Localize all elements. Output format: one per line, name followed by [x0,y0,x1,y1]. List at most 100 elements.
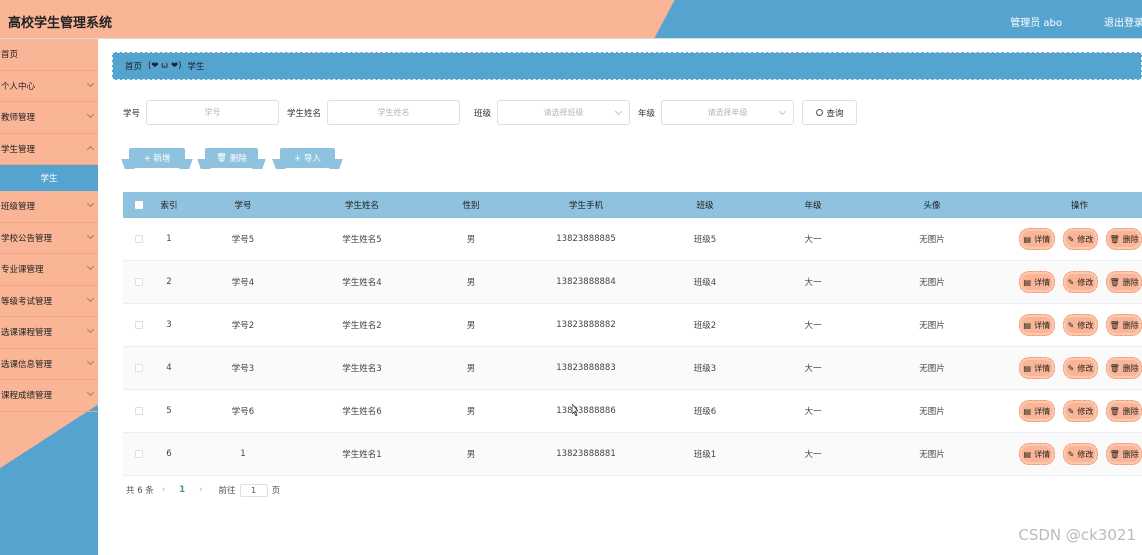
page-number[interactable]: 1 [179,485,185,495]
cell-no: 学号6 [231,407,255,417]
cell-grade: 大一 [804,364,822,374]
detail-icon: ▤ [1023,234,1032,244]
cell-index: 1 [166,234,172,244]
sidebar-item-label: 个人中心 [1,81,36,92]
detail-button-label: 详情 [1034,320,1051,330]
edit-button[interactable]: ✎ 修改 [1062,357,1099,379]
cell-phone: 13823888884 [556,277,616,287]
cell-avatar: 无图片 [919,278,945,288]
header-student-name: 学生姓名 [344,201,379,211]
cell-class: 班级4 [693,278,717,288]
goto-page-input[interactable]: 1 [239,483,268,497]
row-checkbox[interactable] [123,321,155,329]
logout-link[interactable]: 退出登录 [1104,14,1142,29]
detail-button[interactable]: ▤ 详情 [1019,314,1055,336]
edit-button-label: 修改 [1077,406,1094,416]
cell-grade: 大一 [804,407,822,417]
row-operations: ▤ 详情 ✎ 修改 🗑 删除 [997,357,1142,379]
detail-button[interactable]: ▤ 详情 [1019,443,1055,465]
add-button[interactable]: + 新增 [129,148,185,168]
row-checkbox[interactable] [123,407,155,415]
header-phone: 学生手机 [568,201,603,211]
student-name-input[interactable]: 学生姓名 [327,100,461,125]
row-checkbox[interactable] [123,278,155,286]
detail-icon: ▤ [1023,277,1032,287]
cell-grade: 大一 [804,235,822,245]
search-bar: 学号 学号 学生姓名 学生姓名 班级 请选择班级 年级 请选择年级 查询 [123,100,858,125]
edit-button-label: 修改 [1077,363,1094,373]
edit-button[interactable]: ✎ 修改 [1062,443,1099,465]
cell-sex: 男 [466,450,476,460]
sidebar-item-home[interactable]: 首页 [0,39,98,71]
row-checkbox[interactable] [123,364,155,372]
row-checkbox[interactable] [123,450,155,458]
detail-button[interactable]: ▤ 详情 [1019,400,1055,422]
sidebar-item-label: 学校公告管理 [1,233,53,244]
chevron-down-icon [615,107,623,116]
detail-button[interactable]: ▤ 详情 [1019,271,1055,293]
sidebar-item-personal-center[interactable]: 个人中心 [0,71,98,102]
detail-button[interactable]: ▤ 详情 [1019,228,1055,250]
edit-icon: ✎ [1067,320,1075,330]
detail-button-label: 详情 [1034,406,1051,416]
delete-button[interactable]: 🗑 删除 [1106,400,1142,422]
cell-index: 5 [166,406,172,416]
query-button[interactable]: 查询 [802,100,858,125]
cell-class: 班级3 [693,364,717,374]
student-no-input[interactable]: 学号 [146,100,280,125]
row-operations: ▤ 详情 ✎ 修改 🗑 删除 [997,443,1142,465]
sidebar-item-elective-course-management[interactable]: 选课课程管理 [0,317,98,349]
edit-icon: ✎ [1067,234,1075,244]
cell-phone: 13823888883 [556,363,616,373]
select-all-checkbox[interactable] [123,201,155,209]
breadcrumb-home[interactable]: 首页 [125,60,142,72]
cell-sex: 男 [466,235,476,245]
edit-button[interactable]: ✎ 修改 [1062,271,1099,293]
table-header: 索引 学号 学生姓名 性别 学生手机 班级 年级 头像 操作 [123,192,1142,218]
sidebar-item-announcement-management[interactable]: 学校公告管理 [0,223,98,254]
sidebar-item-course-score-management[interactable]: 课程成绩管理 [0,380,98,412]
sidebar-item-teacher-management[interactable]: 教师管理 [0,102,98,134]
chevron-down-icon [86,325,95,334]
mouse-cursor-icon [572,404,578,416]
cell-grade: 大一 [804,278,822,288]
sidebar-item-class-management[interactable]: 班级管理 [0,191,98,223]
table-row: 2 学号4 学生姓名4 男 13823888884 班级4 大一 无图片 ▤ 详情 ✎ 修改 🗑 删除 [123,261,1142,304]
cell-index: 6 [166,449,172,459]
edit-button[interactable]: ✎ 修改 [1062,400,1099,422]
edit-button-label: 修改 [1077,320,1094,330]
detail-icon: ▤ [1023,449,1032,459]
class-label: 班级 [474,108,492,119]
edit-icon: ✎ [1067,406,1075,416]
sidebar-item-student-management[interactable]: 学生管理 [0,134,98,165]
cell-index: 4 [166,363,172,373]
sidebar-item-grade-exam-management[interactable]: 等级考试管理 [0,286,98,317]
cell-class: 班级1 [693,450,717,460]
edit-button[interactable]: ✎ 修改 [1062,314,1099,336]
row-checkbox[interactable] [123,235,155,243]
batch-delete-button[interactable]: 🗑 删除 [205,148,258,168]
delete-button[interactable]: 🗑 删除 [1106,271,1142,293]
next-page-icon[interactable]: › [199,485,202,495]
header-sex: 性别 [462,201,480,211]
prev-page-icon[interactable]: ‹ [162,485,165,495]
table-body: 1 学号5 学生姓名5 男 13823888885 班级5 大一 无图片 ▤ 详情 ✎ 修改 🗑 删除 2 学… [123,218,1142,476]
edit-button[interactable]: ✎ 修改 [1062,228,1099,250]
edit-icon: ✎ [1067,363,1075,373]
chevron-down-icon [86,262,95,271]
delete-button[interactable]: 🗑 删除 [1106,228,1142,250]
delete-button[interactable]: 🗑 删除 [1106,314,1142,336]
detail-button[interactable]: ▤ 详情 [1019,357,1055,379]
cell-name: 学生姓名3 [342,364,382,374]
detail-icon: ▤ [1023,363,1032,373]
class-select-placeholder: 请选择班级 [543,108,584,117]
sidebar-item-elective-info-management[interactable]: 选课信息管理 [0,349,98,380]
sidebar-subitem-student[interactable]: 学生 [0,165,98,191]
sidebar-item-major-course-management[interactable]: 专业课管理 [0,254,98,286]
delete-button[interactable]: 🗑 删除 [1106,357,1142,379]
class-select[interactable]: 请选择班级 [497,100,631,125]
import-button[interactable]: + 导入 [280,148,335,168]
delete-button[interactable]: 🗑 删除 [1106,443,1142,465]
header-operations: 操作 [1070,201,1088,211]
grade-select[interactable]: 请选择年级 [661,100,795,125]
